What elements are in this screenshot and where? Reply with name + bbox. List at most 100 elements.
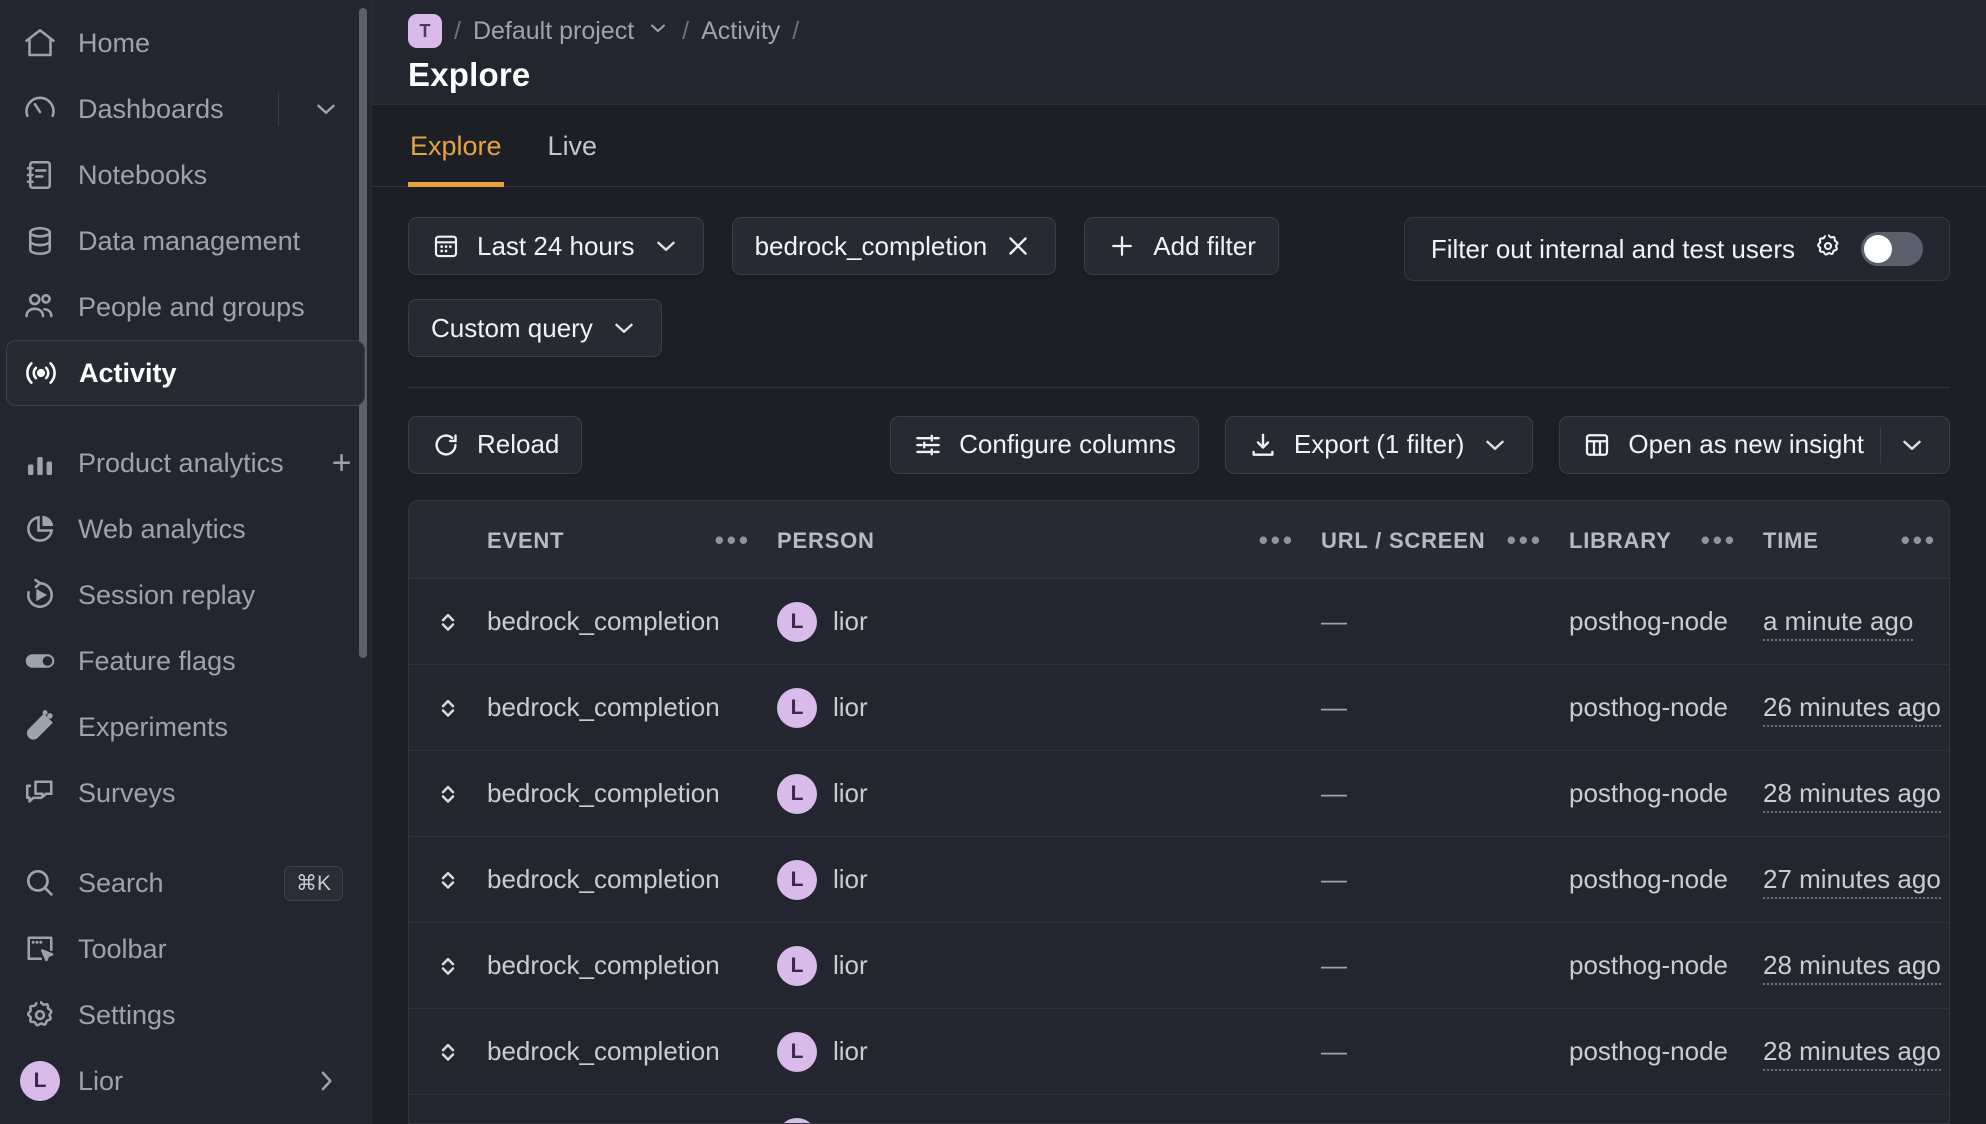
cell-event[interactable]: bedrock_completion (487, 664, 777, 752)
event-filter-chip[interactable]: bedrock_completion (731, 217, 1057, 275)
sidebar-item-activity[interactable]: Activity (6, 340, 365, 406)
sidebar-item-home[interactable]: Home (6, 10, 365, 76)
notebook-icon (20, 155, 60, 195)
expand-row-icon[interactable] (409, 693, 487, 723)
internal-users-filter[interactable]: Filter out internal and test users (1403, 217, 1950, 281)
sidebar-item-dashboards[interactable]: Dashboards (6, 76, 365, 142)
sidebar-item-experiments[interactable]: Experiments (6, 694, 365, 760)
table-row[interactable]: bedrock_completion Llior — posthog-node a mi… (409, 578, 1949, 666)
filter-groups: Last 24 hours bedrock_completion Add fil… (408, 217, 1376, 357)
cell-expander[interactable] (409, 664, 487, 752)
breadcrumb-separator: / (454, 16, 461, 45)
reload-button[interactable]: Reload (408, 415, 583, 474)
table-row[interactable]: bedrock_completion Llior — posthog-node 28 m… (409, 750, 1949, 838)
sidebar-item-settings[interactable]: Settings (6, 982, 365, 1048)
cell-expander[interactable] (409, 578, 487, 666)
table-head: EVENT ••• PERSON ••• URL / SCREEN ••• LIBRA… (409, 500, 1949, 580)
sidebar-item-feature-flags[interactable]: Feature flags (6, 628, 365, 694)
breadcrumb-separator: / (682, 16, 690, 45)
column-menu-icon[interactable]: ••• (1259, 527, 1295, 552)
date-range-button[interactable]: Last 24 hours (408, 217, 704, 275)
plus-icon[interactable]: + (332, 446, 352, 480)
cell-person[interactable]: Llior (777, 578, 1321, 666)
close-icon[interactable] (1003, 231, 1033, 261)
cell-url-screen: — (1321, 750, 1569, 838)
cell-event[interactable]: bedrock_completion (487, 922, 777, 1010)
sidebar-item-people-and-groups[interactable]: People and groups (6, 274, 365, 340)
chevron-down-icon[interactable] (309, 94, 343, 124)
sidebar-item-label: Home (78, 27, 151, 58)
expand-row-icon[interactable] (409, 951, 487, 981)
add-filter-button[interactable]: Add filter (1084, 217, 1279, 275)
chevron-down-icon[interactable] (1897, 430, 1927, 460)
column-menu-icon[interactable]: ••• (715, 527, 751, 552)
cell-event[interactable]: bedrock_completion (487, 578, 777, 666)
table-row[interactable]: bedrock_completionLlior—posthog-node29 m… (409, 1094, 1949, 1123)
avatar: L (20, 1061, 60, 1101)
export-button[interactable]: Export (1 filter) (1224, 415, 1534, 474)
column-menu-icon[interactable]: ••• (1901, 527, 1937, 552)
time-value: 27 minutes ago (1763, 864, 1941, 900)
table-row[interactable]: bedrock_completion Llior — posthog-node 26 m… (409, 664, 1949, 752)
sidebar-item-surveys[interactable]: Surveys (6, 760, 365, 826)
cell-expander[interactable] (409, 1094, 487, 1123)
project-badge[interactable]: T (408, 14, 442, 48)
cell-library: posthog-node (1569, 664, 1763, 752)
gear-icon (20, 995, 60, 1035)
cell-event[interactable]: bedrock_completion (487, 1008, 777, 1096)
url-value: — (1321, 606, 1347, 637)
cell-person[interactable]: Llior (777, 664, 1321, 752)
configure-columns-button[interactable]: Configure columns (890, 415, 1199, 474)
configure-columns-label: Configure columns (959, 429, 1176, 460)
cell-event[interactable]: bedrock_completion (487, 1094, 777, 1123)
breadcrumb-section[interactable]: Activity (701, 17, 780, 46)
library-value: posthog-node (1569, 950, 1729, 981)
avatar: L (777, 1031, 817, 1072)
column-menu-icon[interactable]: ••• (1701, 527, 1737, 552)
cell-expander[interactable] (409, 1008, 487, 1096)
sidebar-item-web-analytics[interactable]: Web analytics (6, 496, 365, 562)
cell-expander[interactable] (409, 922, 487, 1010)
sidebar-item-search[interactable]: Search ⌘K (6, 850, 365, 916)
event-name: bedrock_completion (487, 778, 720, 809)
gear-icon[interactable] (1813, 231, 1843, 268)
expand-row-icon[interactable] (409, 1037, 487, 1067)
cell-time: 28 minutes ago (1763, 922, 1949, 1010)
cell-person[interactable]: Llior (777, 750, 1321, 838)
filter-row-secondary: Custom query (408, 299, 1376, 357)
sidebar-item-notebooks[interactable]: Notebooks (6, 142, 365, 208)
chevron-down-icon[interactable] (1480, 430, 1510, 460)
open-as-new-insight-button[interactable]: Open as new insight (1559, 415, 1950, 474)
tab-explore[interactable]: Explore (408, 105, 504, 187)
sidebar-item-account[interactable]: L Lior (6, 1048, 365, 1114)
header-library: LIBRARY ••• (1569, 500, 1763, 580)
sidebar-item-session-replay[interactable]: Session replay (6, 562, 365, 628)
table-row[interactable]: bedrock_completion Llior — posthog-node 27 m… (409, 836, 1949, 924)
custom-query-button[interactable]: Custom query (408, 299, 662, 357)
expand-row-icon[interactable] (409, 865, 487, 895)
cell-person[interactable]: Llior (777, 1094, 1321, 1123)
sidebar-item-label: Data management (78, 225, 301, 256)
breadcrumb-project[interactable]: Default project (473, 17, 634, 46)
table-row[interactable]: bedrock_completion Llior — posthog-node 28 m… (409, 922, 1949, 1010)
column-menu-icon[interactable]: ••• (1507, 527, 1543, 552)
expand-row-icon[interactable] (409, 607, 487, 637)
expand-row-icon[interactable] (409, 779, 487, 809)
chevron-down-icon[interactable] (646, 16, 670, 47)
cell-event[interactable]: bedrock_completion (487, 750, 777, 838)
chevron-right-icon[interactable] (309, 1066, 343, 1096)
cell-expander[interactable] (409, 750, 487, 838)
tab-live[interactable]: Live (546, 105, 600, 187)
cell-person[interactable]: Llior (777, 922, 1321, 1010)
library-value: posthog-node (1569, 1036, 1729, 1067)
internal-users-toggle[interactable] (1861, 232, 1923, 266)
sidebar-item-product-analytics[interactable]: Product analytics + (6, 430, 365, 496)
cell-event[interactable]: bedrock_completion (487, 836, 777, 924)
cell-person[interactable]: Llior (777, 1008, 1321, 1096)
sliders-icon (913, 430, 943, 460)
cell-expander[interactable] (409, 836, 487, 924)
cell-person[interactable]: Llior (777, 836, 1321, 924)
table-row[interactable]: bedrock_completion Llior — posthog-node 28 m… (409, 1008, 1949, 1096)
sidebar-item-data-management[interactable]: Data management (6, 208, 365, 274)
sidebar-item-toolbar[interactable]: Toolbar (6, 916, 365, 982)
